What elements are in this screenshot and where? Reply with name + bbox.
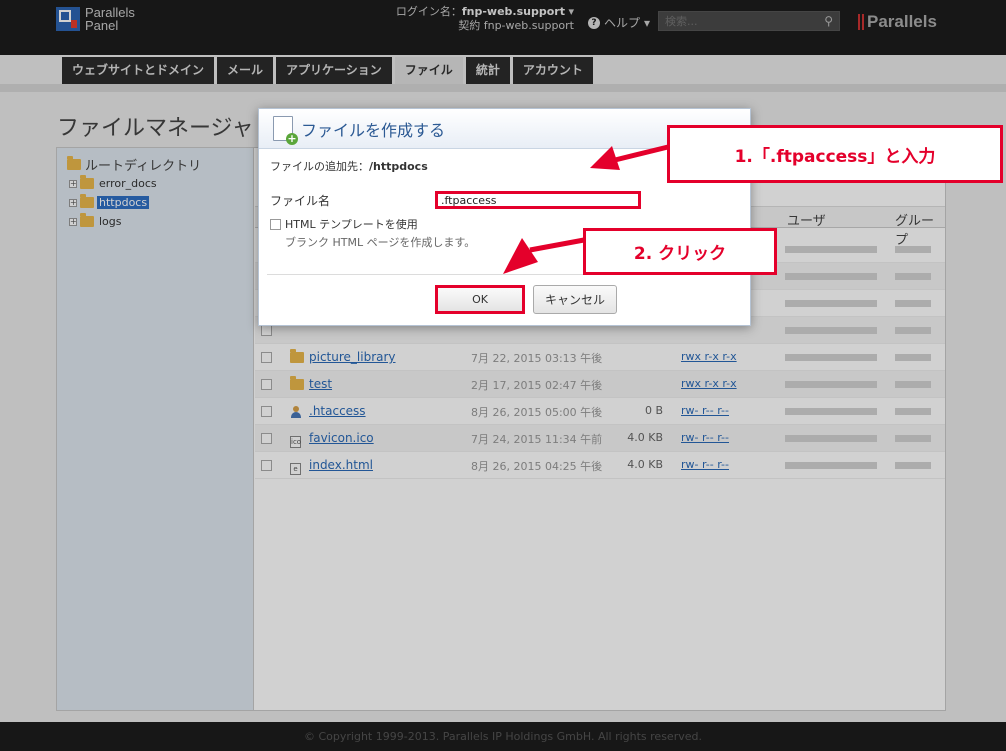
cancel-button[interactable]: キャンセル (533, 285, 617, 314)
destination-info: ファイルの追加先：/httpdocs (270, 158, 428, 174)
dest-label: ファイルの追加先： (270, 160, 369, 173)
step1-callout: 1.「.ftpaccess」と入力 (667, 125, 1003, 183)
filename-label: ファイル名 (270, 194, 331, 208)
dialog-title: ファイルを作成する (301, 120, 446, 140)
html-template-checkbox[interactable] (270, 218, 281, 230)
dest-path: /httpdocs (369, 160, 428, 173)
html-template-description: ブランク HTML ページを作成します。 (285, 236, 476, 249)
new-file-icon (273, 116, 298, 145)
filename-input[interactable] (435, 191, 641, 209)
html-template-label: HTML テンプレートを使用 (285, 218, 418, 231)
html-template-option[interactable]: HTML テンプレートを使用 (270, 216, 418, 232)
step2-callout: 2. クリック (583, 228, 777, 275)
ok-button[interactable]: OK (435, 285, 525, 314)
